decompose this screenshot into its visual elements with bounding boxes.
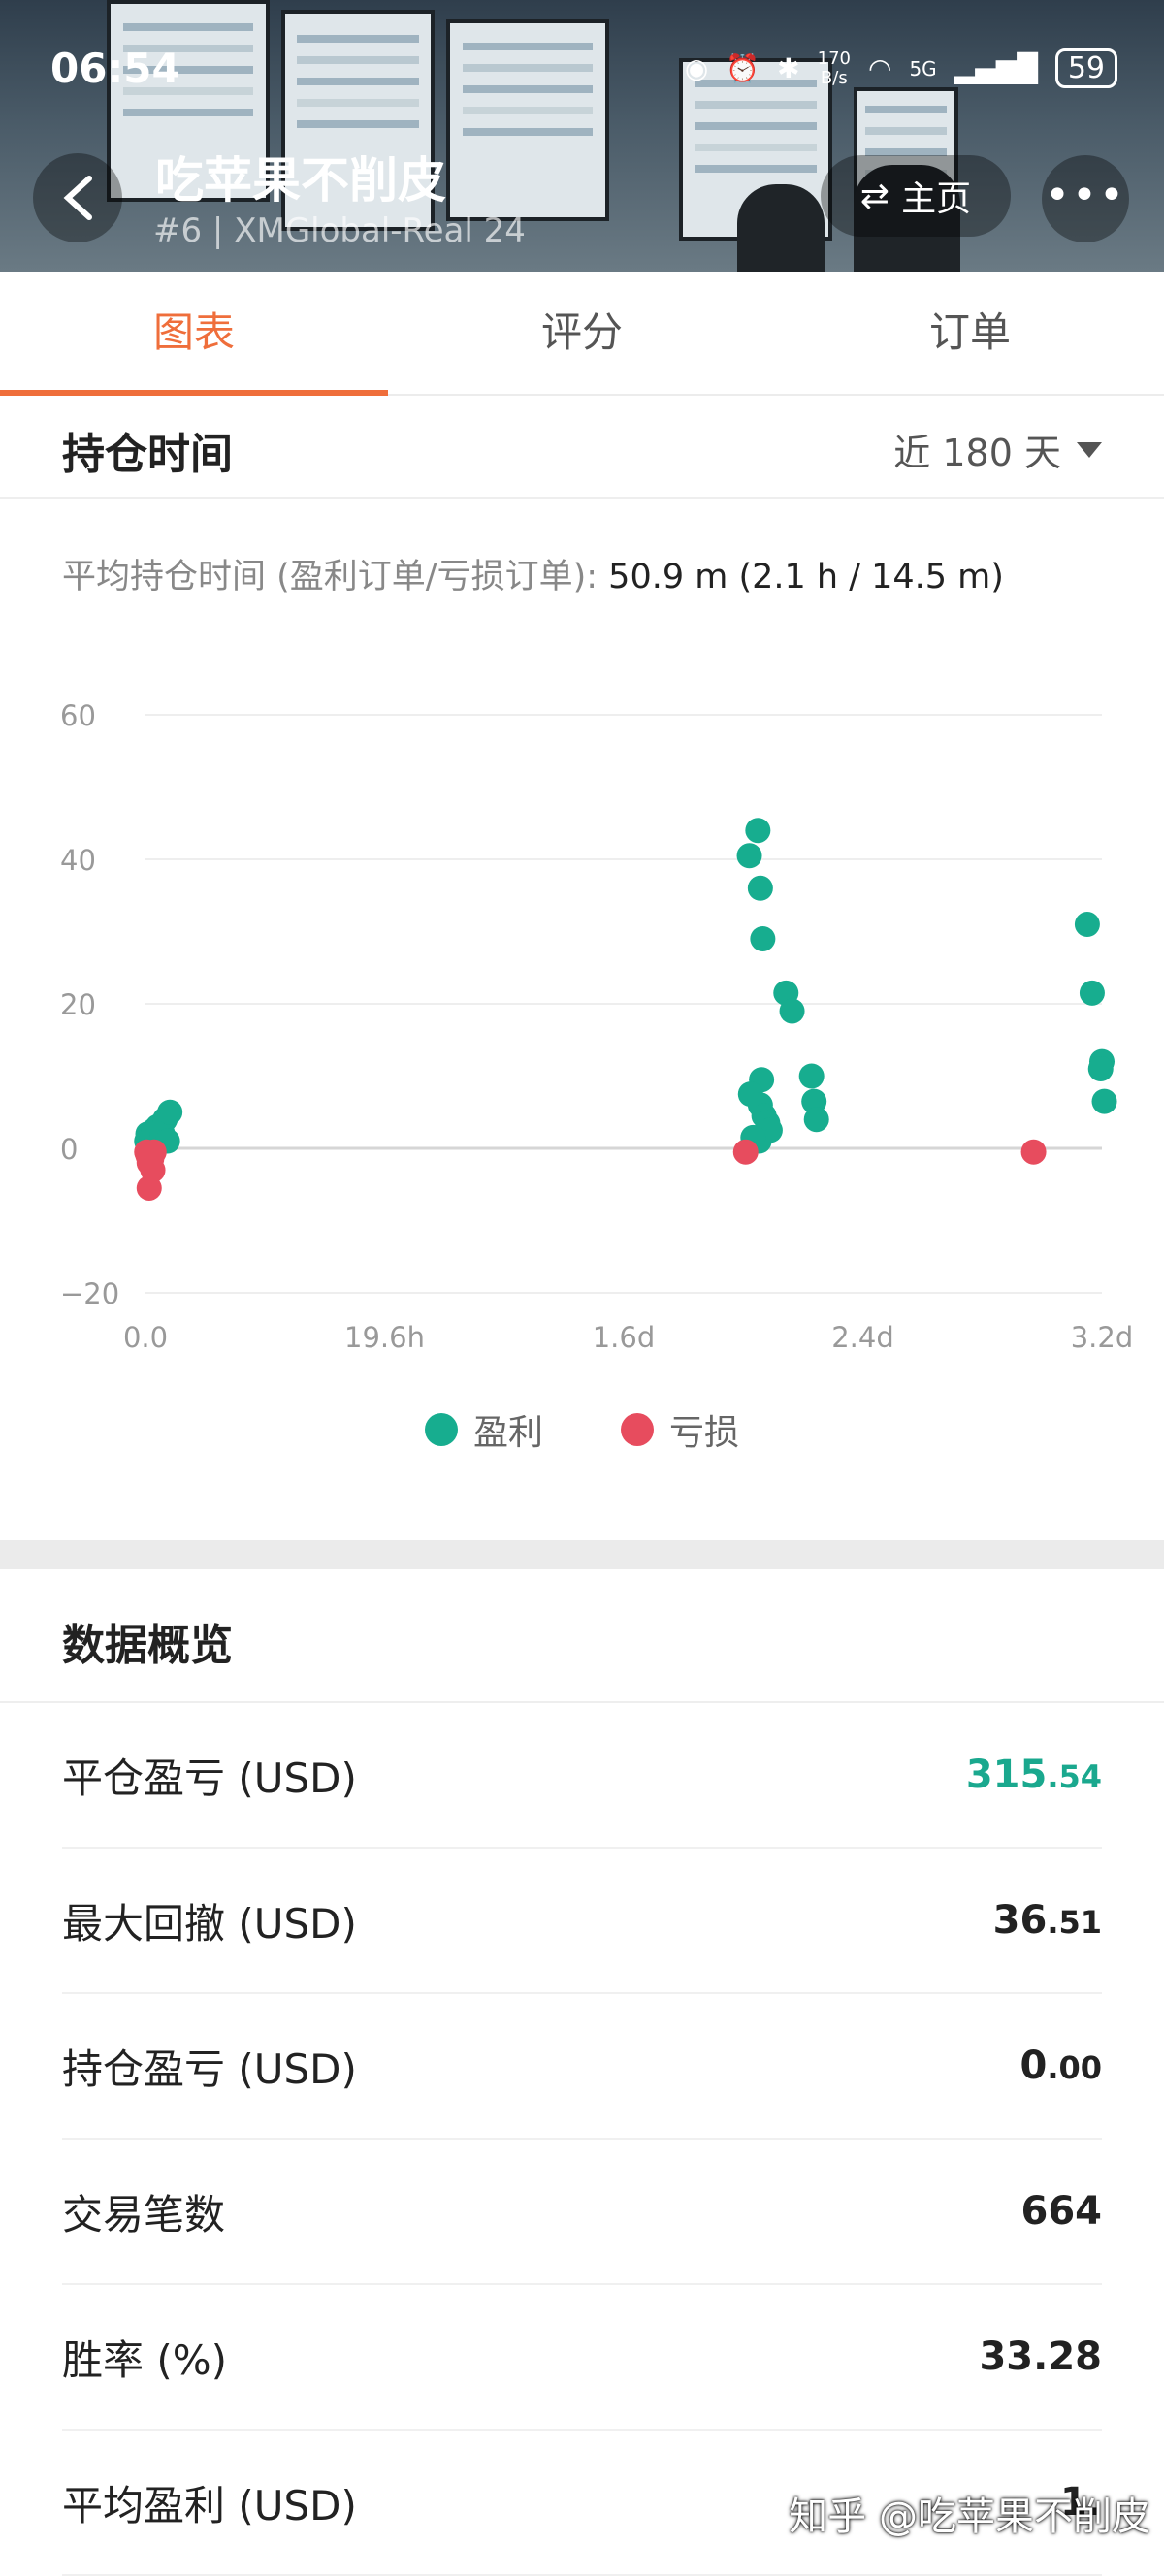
stat-value-int: 315 — [965, 1753, 1048, 1797]
overview-header: 数据概览 — [0, 1569, 1164, 1703]
legend-item-profit[interactable]: 盈利 — [424, 1404, 543, 1455]
loss-point — [136, 1175, 162, 1201]
legend-label-loss: 亏损 — [669, 1413, 740, 1453]
average-holding-label: 平均持仓时间 (盈利订单/亏损订单): — [62, 558, 598, 596]
profit-point — [803, 1107, 829, 1133]
x-tick-label: 19.6h — [344, 1321, 425, 1354]
chevron-left-icon — [63, 176, 92, 220]
profit-point — [1087, 1056, 1114, 1082]
y-tick-label: 60 — [60, 699, 96, 732]
profit-point — [1091, 1088, 1117, 1114]
holding-time-scatter-chart: 60 40 20 0 −200.0 19.6h 1.6d 2.4d 3.2d — [60, 699, 1134, 1354]
net-speed-unit: B/s — [820, 67, 848, 88]
stat-value-dec: .54 — [1047, 1758, 1102, 1795]
eye-icon: ◉ — [684, 52, 709, 84]
profit-point — [747, 875, 773, 901]
net-speed-value: 170 — [817, 48, 851, 69]
caret-down-icon — [1077, 441, 1102, 458]
account-name: 吃苹果不削皮 — [155, 152, 446, 209]
stat-row-trade-count: 交易笔数 664 — [62, 2140, 1102, 2285]
background-person — [737, 184, 824, 272]
profile-header: 06:54 ◉ ⏰ ✱ 170 B/s ◠ 5G ▂▄▆█ 59 吃苹果不削皮 … — [0, 0, 1164, 272]
profit-point — [798, 1063, 824, 1089]
stat-value-dec: .51 — [1047, 1904, 1102, 1941]
stat-value: 664 — [1020, 2189, 1103, 2234]
x-tick-label: 2.4d — [831, 1321, 894, 1354]
stat-label: 交易笔数 — [62, 2190, 226, 2238]
status-bar: 06:54 ◉ ⏰ ✱ 170 B/s ◠ 5G ▂▄▆█ 59 — [0, 39, 1164, 107]
legend-dot-loss — [621, 1413, 654, 1446]
range-dropdown[interactable]: 近 180 天 — [893, 423, 1102, 476]
battery-indicator: 59 — [1054, 48, 1117, 88]
watermark: 知乎 @吃苹果不削皮 — [789, 2495, 1150, 2539]
range-dropdown-value: 近 180 天 — [893, 432, 1061, 474]
profit-point — [1079, 980, 1105, 1006]
x-tick-label: 0.0 — [123, 1321, 168, 1354]
home-button-label: 主页 — [901, 179, 972, 219]
stat-value: 0.00 — [1019, 2044, 1102, 2088]
y-tick-label: 20 — [60, 988, 96, 1021]
status-time: 06:54 — [50, 45, 180, 92]
wifi-icon: ◠ — [868, 52, 892, 84]
home-button[interactable]: ⇄ 主页 — [821, 155, 1011, 237]
stat-label: 平仓盈亏 (USD) — [62, 1754, 357, 1802]
stat-value-int: 36 — [992, 1898, 1048, 1943]
stat-row-floating-pnl: 持仓盈亏 (USD) 0.00 — [62, 1994, 1102, 2140]
y-tick-label: 0 — [60, 1133, 78, 1166]
stat-row-win-rate: 胜率 (%) 33.28 — [62, 2285, 1102, 2431]
tab-orders[interactable]: 订单 — [776, 272, 1164, 394]
stat-row-closed-pnl: 平仓盈亏 (USD) 315.54 — [62, 1703, 1102, 1849]
more-button[interactable]: ••• — [1042, 155, 1129, 242]
back-button[interactable] — [33, 153, 122, 242]
loss-point — [1020, 1139, 1047, 1165]
stat-value-dec: .00 — [1047, 2049, 1102, 2086]
network-type: 5G — [909, 56, 937, 80]
loss-point — [732, 1139, 759, 1165]
legend-dot-profit — [424, 1413, 458, 1446]
profit-point — [779, 998, 805, 1024]
y-tick-label: 40 — [60, 844, 96, 877]
alarm-icon: ⏰ — [726, 52, 760, 84]
stat-label: 平均盈利 (USD) — [62, 2481, 357, 2529]
chart-legend: 盈利 亏损 — [0, 1404, 1164, 1455]
stat-label: 最大回撤 (USD) — [62, 1899, 357, 1948]
profit-point — [736, 843, 762, 869]
x-tick-label: 3.2d — [1071, 1321, 1134, 1354]
account-subtitle: #6 | XMGlobal-Real 24 — [153, 211, 526, 250]
signal-icon: ▂▄▆█ — [954, 52, 1038, 84]
section-divider — [0, 1540, 1164, 1569]
tab-chart[interactable]: 图表 — [0, 272, 388, 396]
stat-row-max-drawdown: 最大回撤 (USD) 36.51 — [62, 1849, 1102, 1994]
net-speed: 170 B/s — [817, 48, 851, 88]
stat-value: 36.51 — [993, 1898, 1102, 1943]
switch-icon: ⇄ — [859, 176, 890, 216]
holding-time-title: 持仓时间 — [62, 430, 233, 479]
profit-point — [750, 925, 776, 951]
profit-point — [745, 818, 771, 844]
stat-label: 持仓盈亏 (USD) — [62, 2045, 357, 2093]
x-tick-label: 1.6d — [593, 1321, 656, 1354]
average-holding-value: 50.9 m (2.1 h / 14.5 m) — [608, 558, 1004, 596]
overview-title: 数据概览 — [62, 1621, 233, 1670]
average-holding-time: 平均持仓时间 (盈利订单/亏损订单): 50.9 m (2.1 h / 14.5… — [62, 549, 1004, 598]
loss-point — [141, 1139, 167, 1165]
holding-time-header: 持仓时间 近 180 天 — [0, 396, 1164, 499]
status-icons: ◉ ⏰ ✱ 170 B/s ◠ 5G ▂▄▆█ 59 — [685, 48, 1117, 88]
legend-item-loss[interactable]: 亏损 — [621, 1404, 739, 1455]
tab-bar: 图表 评分 订单 — [0, 272, 1164, 396]
tab-score[interactable]: 评分 — [388, 272, 776, 394]
bluetooth-icon: ✱ — [777, 52, 800, 84]
stat-value-int: 0 — [1019, 2044, 1048, 2088]
y-tick-label: −20 — [60, 1277, 119, 1310]
profit-point — [157, 1099, 183, 1125]
stat-value: 33.28 — [979, 2334, 1102, 2379]
legend-label-profit: 盈利 — [472, 1413, 543, 1453]
stat-label: 胜率 (%) — [62, 2335, 228, 2384]
profit-point — [1074, 912, 1100, 938]
overview-list: 平仓盈亏 (USD) 315.54 最大回撤 (USD) 36.51 持仓盈亏 … — [62, 1703, 1102, 2576]
stat-value: 315.54 — [966, 1753, 1102, 1797]
